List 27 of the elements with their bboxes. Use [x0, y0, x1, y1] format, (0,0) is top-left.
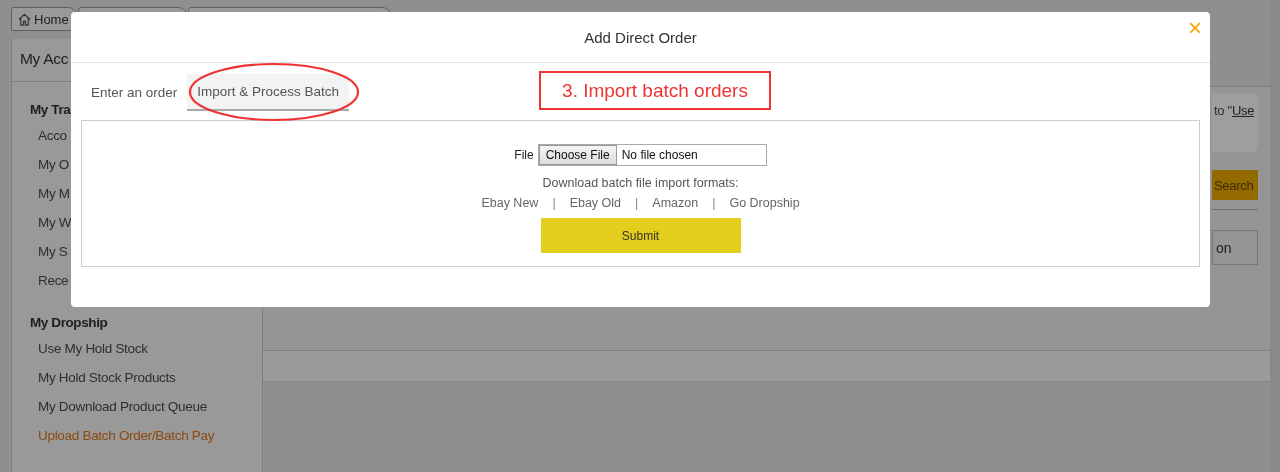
choose-file-button[interactable]: Choose File	[538, 145, 617, 165]
notice-text: to "	[1214, 103, 1232, 118]
section-title: My Tra	[30, 102, 72, 117]
outlined-button[interactable]: on	[1212, 230, 1258, 265]
file-label: File	[514, 148, 534, 162]
breadcrumb-tab[interactable]: Home	[11, 7, 78, 31]
format-link[interactable]: Amazon	[652, 196, 699, 210]
sidebar-item[interactable]: My Hold Stock Products	[30, 363, 262, 392]
sidebar-item[interactable]: My Download Product Queue	[30, 392, 262, 421]
separator: |	[552, 196, 556, 210]
notice-link[interactable]: Use	[1231, 103, 1255, 118]
breadcrumb-label: Home	[34, 11, 69, 27]
formats-label: Download batch file import formats:	[542, 176, 739, 190]
file-input[interactable]: Choose File No file chosen	[537, 144, 767, 166]
format-link[interactable]: Ebay Old	[569, 196, 622, 210]
modal-title: Add Direct Order	[584, 28, 697, 46]
file-status: No file chosen	[620, 148, 698, 162]
sidebar-item[interactable]: Use My Hold Stock	[30, 334, 262, 363]
section-title: My Dropship	[30, 315, 109, 330]
submit-button[interactable]: Submit	[540, 218, 741, 253]
separator: |	[712, 196, 716, 210]
home-icon	[18, 12, 31, 26]
tab[interactable]: Import & Process Batch	[187, 74, 350, 111]
separator: |	[635, 196, 639, 210]
format-link[interactable]: Ebay New	[481, 196, 539, 210]
annotation-label: 3. Import batch orders	[539, 71, 771, 110]
format-link[interactable]: Go Dropship	[729, 196, 800, 210]
